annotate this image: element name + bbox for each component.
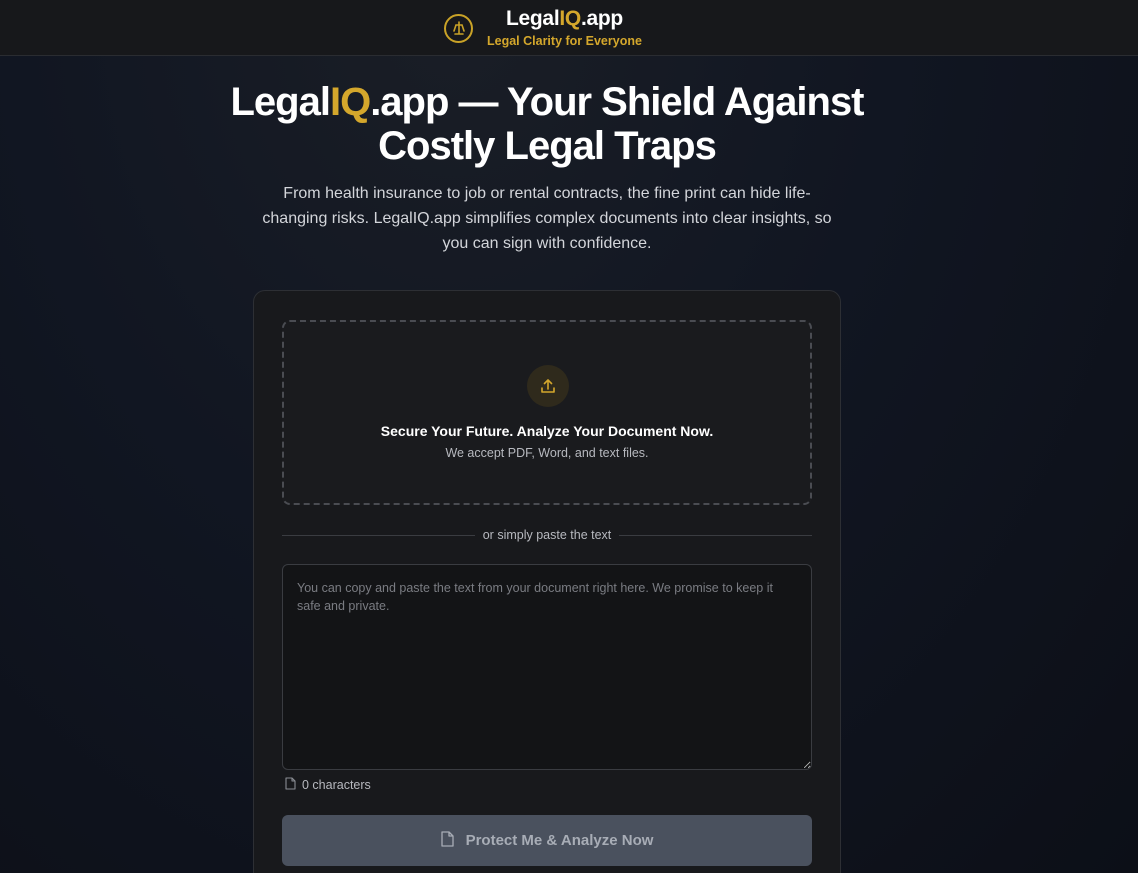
brand-tagline: Legal Clarity for Everyone [487,34,642,48]
character-count: 0 characters [285,776,371,794]
upload-icon [527,365,569,407]
document-icon [285,777,296,793]
scales-logo-icon [444,13,473,43]
top-bar: LegalIQ.app Legal Clarity for Everyone [0,0,1138,56]
brand-name: LegalIQ.app [506,7,623,30]
divider-line [619,534,812,536]
analyze-button[interactable]: Protect Me & Analyze Now [282,815,812,866]
or-divider: or simply paste the text [282,526,812,544]
brand[interactable]: LegalIQ.app Legal Clarity for Everyone [444,5,642,51]
page-subtitle: From health insurance to job or rental c… [262,185,832,252]
analyze-card: Secure Your Future. Analyze Your Documen… [253,290,841,873]
analyze-button-label: Protect Me & Analyze Now [465,832,654,849]
document-text-input[interactable] [282,564,812,770]
divider-label: or simply paste the text [482,528,612,542]
dropzone-subtitle: We accept PDF, Word, and text files. [445,446,649,460]
document-icon [440,830,454,851]
page-title: LegalIQ.app — Your Shield Against Costly… [230,80,864,168]
dropzone-title: Secure Your Future. Analyze Your Documen… [380,423,714,439]
character-count-label: 0 characters [302,778,371,792]
file-dropzone[interactable]: Secure Your Future. Analyze Your Documen… [282,320,812,505]
divider-line [282,534,475,536]
